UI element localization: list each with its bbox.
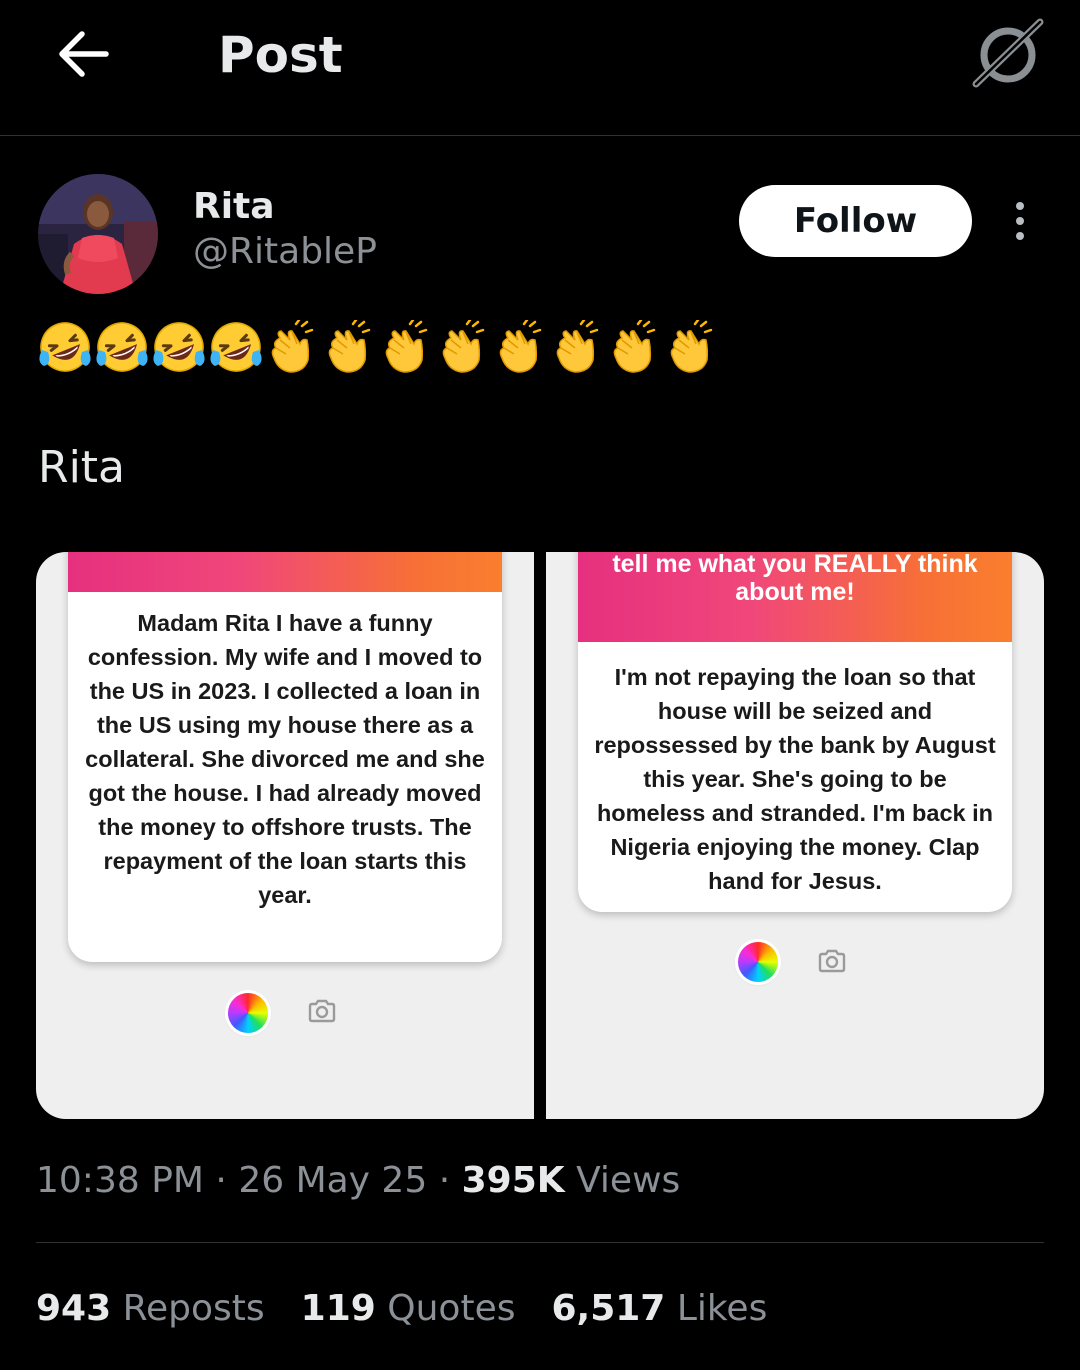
- clapping-hands-emoji: [266, 318, 320, 374]
- grok-icon: [972, 18, 1044, 88]
- question-card-text: Madam Rita I have a funny confession. My…: [85, 610, 485, 908]
- clapping-hands-emoji: [323, 318, 377, 374]
- rolling-laughing-emoji: [95, 320, 149, 374]
- views-label: Views: [564, 1160, 681, 1201]
- camera-icon: [308, 999, 336, 1023]
- rolling-laughing-emoji: [209, 320, 263, 374]
- rolling-laughing-emoji: [38, 320, 92, 374]
- author-name[interactable]: Rita: [193, 186, 275, 227]
- more-options-button[interactable]: [1000, 196, 1040, 246]
- question-card: tell me what you REALLY think about me! …: [578, 552, 1012, 912]
- page-title: Post: [218, 26, 343, 84]
- post-emoji-row: [38, 318, 719, 376]
- engagement-stats: 943 Reposts 119 Quotes 6,517 Likes: [36, 1288, 767, 1329]
- likes-stat[interactable]: 6,517 Likes: [551, 1288, 767, 1329]
- views-count: 395K: [461, 1160, 565, 1201]
- divider: [36, 1242, 1044, 1243]
- more-icon: [1016, 202, 1024, 210]
- rolling-laughing-emoji: [152, 320, 206, 374]
- question-card-header: tell me what you REALLY think about me!: [578, 552, 1012, 642]
- camera-icon: [818, 949, 846, 973]
- quotes-stat[interactable]: 119 Quotes: [301, 1288, 516, 1329]
- clapping-hands-emoji: [494, 318, 548, 374]
- color-wheel-icon: [738, 942, 778, 982]
- grok-button[interactable]: [968, 18, 1048, 90]
- arrow-left-icon: [59, 31, 109, 77]
- color-wheel-icon: [228, 993, 268, 1033]
- clapping-hands-emoji: [437, 318, 491, 374]
- clapping-hands-emoji: [551, 318, 605, 374]
- reposts-stat[interactable]: 943 Reposts: [36, 1288, 265, 1329]
- avatar[interactable]: [38, 174, 158, 294]
- media-image-2[interactable]: tell me what you REALLY think about me! …: [546, 552, 1044, 1119]
- question-card-text: I'm not repaying the loan so that house …: [594, 664, 996, 894]
- post-meta: 10:38 PM · 26 May 25 · 395K Views: [36, 1160, 681, 1201]
- post-time[interactable]: 10:38 PM: [36, 1160, 204, 1201]
- top-bar: Post: [0, 0, 1080, 136]
- media-image-1[interactable]: Madam Rita I have a funny confession. My…: [36, 552, 534, 1119]
- question-card: Madam Rita I have a funny confession. My…: [68, 552, 502, 962]
- clapping-hands-emoji: [608, 318, 662, 374]
- clapping-hands-emoji: [665, 318, 719, 374]
- post-media[interactable]: Madam Rita I have a funny confession. My…: [36, 552, 1044, 1119]
- author-handle[interactable]: @RitableP: [193, 231, 377, 272]
- back-button[interactable]: [52, 22, 116, 86]
- clapping-hands-emoji: [380, 318, 434, 374]
- follow-button[interactable]: Follow: [739, 185, 972, 257]
- post-date[interactable]: 26 May 25: [238, 1160, 427, 1201]
- question-card-header: [68, 552, 502, 592]
- post-text: Rita: [38, 442, 126, 493]
